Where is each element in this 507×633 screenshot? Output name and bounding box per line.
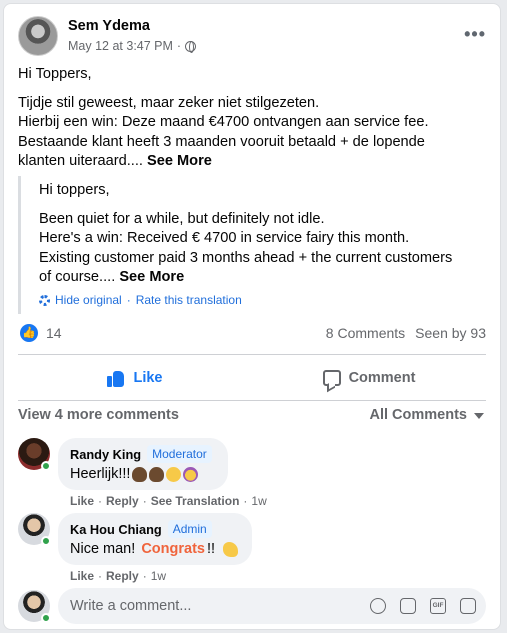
see-more-link[interactable]: See More bbox=[147, 153, 212, 169]
comment-button-label: Comment bbox=[348, 370, 416, 386]
view-more-comments-link[interactable]: View 4 more comments bbox=[18, 407, 179, 423]
hide-original-link[interactable]: Hide original bbox=[55, 293, 122, 307]
comment-bubble-icon bbox=[322, 370, 341, 386]
comment-bubble: Ka Hou Chiang Admin Nice man! Congrats !… bbox=[58, 513, 252, 565]
translation-line-last: of course.... See More bbox=[39, 269, 185, 285]
comment-item: Randy King Moderator Heerlijk!!! Like · R… bbox=[18, 438, 486, 510]
meta-separator: · bbox=[176, 39, 182, 53]
comment-like-link[interactable]: Like bbox=[70, 494, 94, 508]
comment-reply-link[interactable]: Reply bbox=[106, 569, 139, 583]
post-timestamp[interactable]: May 12 at 3:47 PM bbox=[68, 39, 173, 53]
star-struck-face-icon bbox=[183, 466, 199, 482]
role-badge: Moderator bbox=[147, 445, 212, 463]
post-line-last: klanten uiteraard.... See More bbox=[18, 153, 212, 169]
globe-icon[interactable] bbox=[185, 40, 197, 53]
post-meta: May 12 at 3:47 PM · bbox=[68, 39, 197, 53]
comment-filter-label: All Comments bbox=[369, 407, 468, 423]
translation-links: Hide original · Rate this translation bbox=[39, 293, 242, 307]
seen-by[interactable]: Seen by 93 bbox=[415, 325, 486, 341]
comment-input-placeholder: Write a comment... bbox=[70, 598, 192, 614]
comment-text: Nice man! bbox=[70, 541, 140, 557]
online-status-icon bbox=[41, 613, 51, 623]
online-status-icon bbox=[41, 461, 51, 471]
post-line: Hi Toppers, bbox=[18, 66, 92, 82]
action-bar: Like Comment bbox=[18, 360, 486, 396]
comment-text: Heerlijk!!! bbox=[70, 466, 131, 482]
translation-line: Been quiet for a while, but definitely n… bbox=[39, 210, 325, 227]
online-status-icon bbox=[41, 536, 51, 546]
like-button-label: Like bbox=[133, 370, 163, 386]
comment-actions: Like · Reply · 1w bbox=[70, 569, 167, 583]
comment-text-end: !! bbox=[206, 541, 216, 557]
sticker-icon[interactable] bbox=[460, 598, 476, 614]
post-line: Tijdje stil geweest, maar zeker niet sti… bbox=[18, 94, 320, 111]
highlighted-word: Congrats bbox=[141, 541, 205, 557]
comment-reply-link[interactable]: Reply bbox=[106, 494, 139, 508]
composer-icons: GIF bbox=[370, 598, 476, 614]
commenter-name[interactable]: Randy King bbox=[70, 447, 141, 462]
translation-line: Hi toppers, bbox=[39, 182, 110, 198]
link-separator: · bbox=[126, 293, 131, 307]
post-line: Hierbij een win: Deze maand €4700 ontvan… bbox=[18, 114, 429, 130]
post-stats: 👍 14 8 Comments Seen by 93 bbox=[18, 322, 486, 346]
translation-line: Here's a win: Received € 4700 in service… bbox=[39, 230, 410, 246]
comment-count[interactable]: 8 Comments bbox=[326, 325, 405, 341]
thumbs-up-icon bbox=[107, 369, 125, 387]
translation-see-more-link[interactable]: See More bbox=[119, 269, 184, 285]
clapping-hands-icon bbox=[132, 466, 148, 482]
emoji-icon[interactable] bbox=[370, 598, 386, 614]
author-name[interactable]: Sem Ydema bbox=[68, 18, 150, 34]
caret-down-icon bbox=[474, 413, 484, 419]
comment-composer: Write a comment... GIF bbox=[18, 587, 486, 625]
comment-filter-dropdown[interactable]: All Comments bbox=[369, 407, 484, 423]
author-avatar[interactable] bbox=[18, 16, 58, 56]
comment-bubble: Randy King Moderator Heerlijk!!! bbox=[58, 438, 228, 490]
gear-icon[interactable] bbox=[39, 294, 50, 306]
comment-actions: Like · Reply · See Translation · 1w bbox=[70, 494, 267, 508]
grinning-face-icon bbox=[166, 466, 182, 482]
more-options-icon[interactable]: ••• bbox=[464, 24, 486, 45]
divider bbox=[18, 400, 486, 401]
commenter-name[interactable]: Ka Hou Chiang bbox=[70, 522, 162, 537]
clapping-hands-icon bbox=[149, 466, 165, 482]
like-button[interactable]: Like bbox=[18, 360, 252, 396]
post-header: Sem Ydema May 12 at 3:47 PM · ••• bbox=[18, 16, 486, 58]
rate-translation-link[interactable]: Rate this translation bbox=[136, 293, 242, 307]
flexed-biceps-icon bbox=[223, 541, 239, 557]
comment-item: Ka Hou Chiang Admin Nice man! Congrats !… bbox=[18, 513, 486, 585]
post-line: Bestaande klant heeft 3 maanden vooruit … bbox=[18, 133, 425, 150]
like-reaction-icon[interactable]: 👍 bbox=[20, 324, 38, 342]
comment-time[interactable]: 1w bbox=[251, 494, 266, 508]
post-paragraph: Tijdje stil geweest, maar zeker niet sti… bbox=[18, 94, 488, 172]
comment-button[interactable]: Comment bbox=[252, 360, 486, 396]
gif-icon[interactable]: GIF bbox=[430, 598, 446, 614]
like-count[interactable]: 14 bbox=[46, 325, 62, 341]
post-body: Hi Toppers, Tijdje stil geweest, maar ze… bbox=[18, 65, 488, 172]
translation-line: Existing customer paid 3 months ahead + … bbox=[39, 249, 453, 266]
translation-block: Hi toppers, Been quiet for a while, but … bbox=[18, 176, 488, 314]
role-badge: Admin bbox=[167, 520, 212, 538]
camera-icon[interactable] bbox=[400, 598, 416, 614]
post-card: Sem Ydema May 12 at 3:47 PM · ••• Hi Top… bbox=[3, 3, 501, 630]
comment-like-link[interactable]: Like bbox=[70, 569, 94, 583]
comment-time[interactable]: 1w bbox=[151, 569, 166, 583]
divider bbox=[18, 354, 486, 355]
see-translation-link[interactable]: See Translation bbox=[151, 494, 240, 508]
comment-input[interactable]: Write a comment... GIF bbox=[58, 588, 486, 624]
